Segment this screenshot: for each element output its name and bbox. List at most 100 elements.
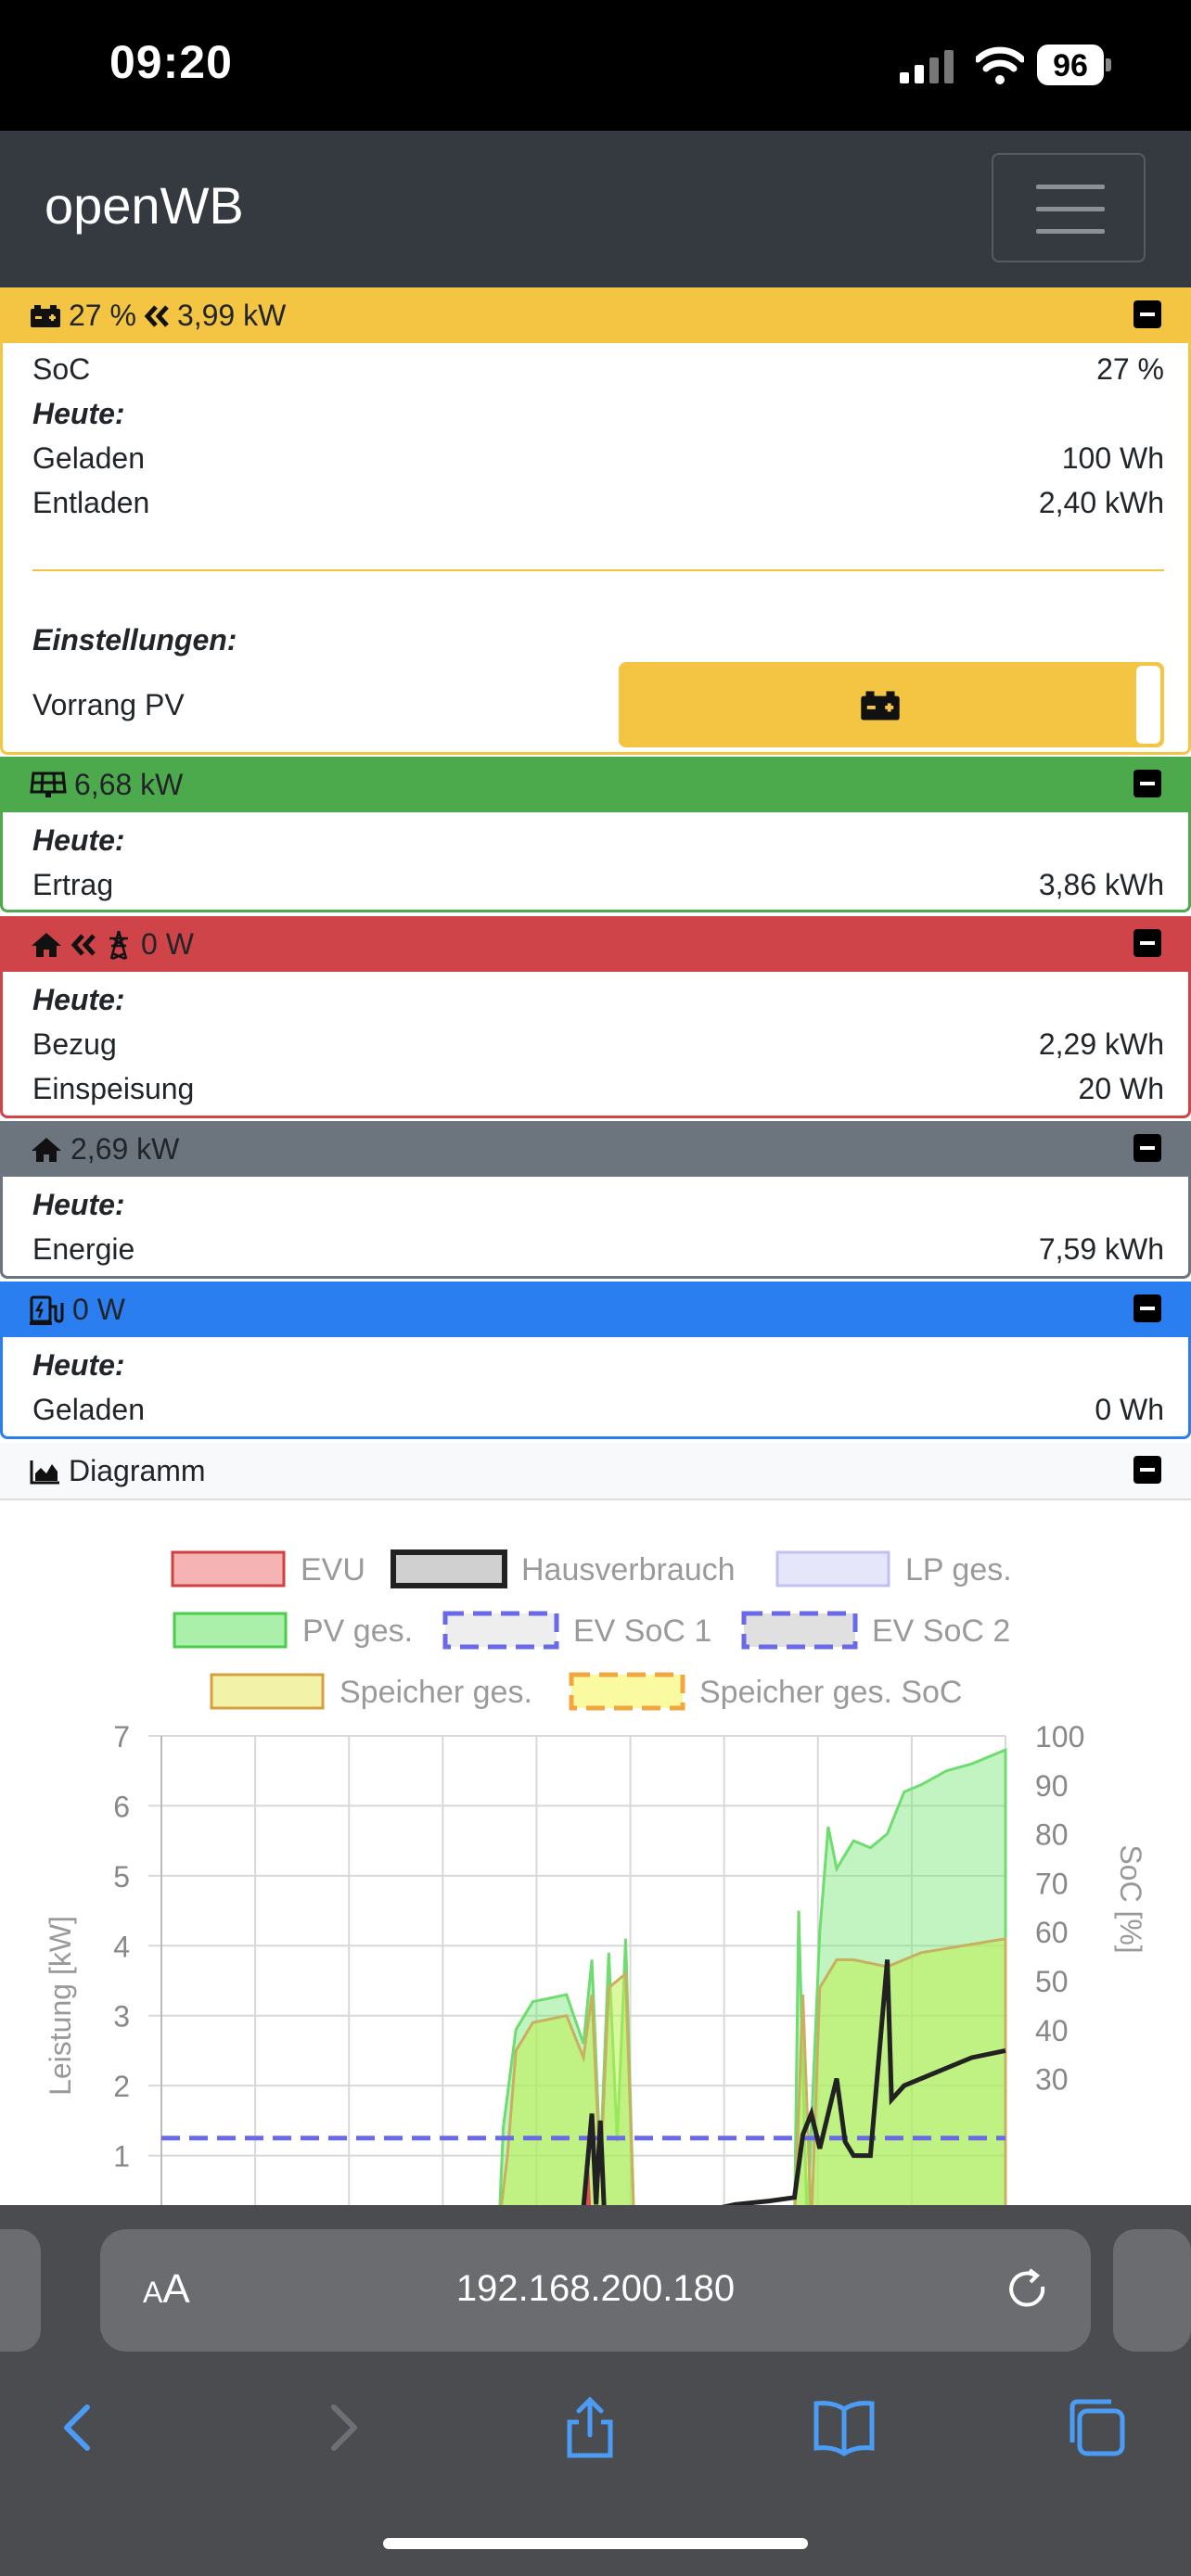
collapse-button[interactable] — [1133, 1456, 1161, 1484]
battery-card-header[interactable]: 27 % 3,99 kW — [0, 287, 1191, 343]
today-label: Heute: — [32, 1348, 125, 1382]
charged-value: 100 Wh — [1061, 441, 1164, 475]
url-text[interactable]: 192.168.200.180 — [100, 2268, 1091, 2310]
area-chart-icon — [30, 1460, 59, 1484]
grid-power-header: 0 W — [141, 927, 194, 961]
collapse-button[interactable] — [1133, 300, 1161, 328]
chargepoint-card-header[interactable]: 0 W — [0, 1282, 1191, 1337]
legend-swatch-speicher — [210, 1673, 325, 1710]
house-card-header[interactable]: 2,69 kW — [0, 1121, 1191, 1177]
y2-tick-label: 100 — [1035, 1720, 1084, 1753]
chart-svg: EVU Hausverbrauch LP ges. PV ges. EV SoC… — [44, 1549, 1147, 2205]
legend-label-lp: LP ges. — [905, 1552, 1012, 1588]
battery-soc-header: 27 % — [69, 299, 136, 332]
bookmarks-icon[interactable] — [807, 2391, 881, 2465]
y2-tick-label: 80 — [1035, 1818, 1069, 1852]
collapse-button[interactable] — [1133, 770, 1161, 797]
diagram-title: Diagramm — [69, 1454, 206, 1487]
pv-priority-label: Vorrang PV — [32, 688, 185, 721]
energy-label: Energie — [32, 1232, 135, 1266]
power-chart: EVU Hausverbrauch LP ges. PV ges. EV SoC… — [0, 1500, 1191, 2205]
energy-value: 7,59 kWh — [1038, 1232, 1164, 1266]
brand-title[interactable]: openWB — [45, 175, 244, 236]
y-tick-label: 5 — [113, 1860, 130, 1894]
legend-swatch-speicher-soc — [569, 1672, 685, 1711]
solar-panel-icon — [30, 772, 67, 797]
back-icon[interactable] — [43, 2391, 117, 2465]
toggle-knob[interactable] — [1136, 666, 1160, 744]
chargepoint-card: Heute: Geladen 0 Wh — [0, 1337, 1191, 1439]
legend-label-evsoc2: EV SoC 2 — [872, 1613, 1010, 1649]
home-icon — [32, 932, 61, 957]
y-tick-label: 3 — [113, 2000, 130, 2034]
charged-label: Geladen — [32, 441, 145, 475]
car-battery-icon — [31, 304, 60, 327]
y2-tick-label: 60 — [1035, 1916, 1069, 1949]
charged-label: Geladen — [32, 1393, 145, 1426]
battery-level: 96 — [1053, 48, 1088, 83]
legend-swatch-pv — [173, 1612, 288, 1649]
discharged-label: Entladen — [32, 486, 150, 519]
legend-label-evu: EVU — [301, 1552, 365, 1588]
house-card: Heute: Energie 7,59 kWh — [0, 1177, 1191, 1279]
menu-toggle-button[interactable] — [992, 153, 1146, 262]
soc-label: SoC — [32, 352, 91, 386]
legend-swatch-evsoc2 — [741, 1611, 858, 1650]
today-label: Heute: — [32, 823, 125, 857]
status-bar: 09:20 96 — [0, 0, 1191, 131]
y-axis-label-right: SoC [%] — [1114, 1844, 1147, 1953]
cellular-signal-icon — [900, 50, 954, 83]
y-tick-label: 1 — [113, 2140, 130, 2174]
browser-toolbar: AAAA 192.168.200.180 — [0, 2205, 1191, 2576]
address-bar[interactable]: AAAA 192.168.200.180 — [100, 2229, 1091, 2352]
tabs-icon[interactable] — [1059, 2391, 1133, 2465]
today-label: Heute: — [32, 983, 125, 1016]
y2-tick-label: 90 — [1035, 1769, 1069, 1803]
battery-icon: 96 — [1037, 45, 1111, 85]
forward-icon[interactable] — [304, 2391, 378, 2465]
legend-label-hausverbrauch: Hausverbrauch — [521, 1552, 736, 1588]
y2-tick-label: 30 — [1035, 2063, 1069, 2097]
today-label: Heute: — [32, 397, 125, 430]
collapse-button[interactable] — [1133, 929, 1161, 957]
diagram-card-header[interactable]: Diagramm — [0, 1443, 1191, 1500]
yield-label: Ertrag — [32, 868, 114, 901]
y2-tick-label: 40 — [1035, 2014, 1069, 2047]
soc-value: 27 % — [1096, 352, 1164, 386]
legend-label-speicher: Speicher ges. — [339, 1675, 532, 1710]
legend-label-pv: PV ges. — [302, 1613, 413, 1649]
legend-swatch-lp — [775, 1550, 890, 1588]
collapse-button[interactable] — [1133, 1134, 1161, 1162]
navbar: openWB — [0, 131, 1191, 287]
export-label: Einspeisung — [32, 1072, 195, 1105]
legend-label-evsoc1: EV SoC 1 — [573, 1613, 711, 1649]
settings-label: Einstellungen: — [32, 623, 237, 657]
grid-card: Heute: Bezug 2,29 kWh Einspeisung 20 Wh — [0, 972, 1191, 1118]
pv-card-header[interactable]: 6,68 kW — [0, 757, 1191, 812]
double-chevron-left-icon — [144, 304, 169, 327]
collapse-button[interactable] — [1133, 1294, 1161, 1322]
y-tick-label: 7 — [113, 1720, 130, 1753]
clock: 09:20 — [109, 36, 233, 88]
grid-card-header[interactable]: 0 W — [0, 916, 1191, 972]
y-tick-label: 4 — [113, 1930, 130, 1963]
battery-power-header: 3,99 kW — [176, 299, 287, 332]
chart-legend[interactable]: EVU Hausverbrauch LP ges. PV ges. EV SoC… — [171, 1549, 1012, 1711]
chargepoint-power-header: 0 W — [72, 1293, 125, 1326]
pv-power-header: 6,68 kW — [74, 768, 184, 801]
power-tower-icon — [109, 930, 128, 960]
legend-swatch-evu — [171, 1550, 286, 1588]
pv-priority-toggle[interactable] — [619, 662, 1164, 747]
y2-tick-label: 70 — [1035, 1867, 1069, 1900]
y-tick-label: 6 — [113, 1790, 130, 1823]
export-value: 20 Wh — [1078, 1072, 1164, 1105]
y-tick-label: 2 — [113, 2070, 130, 2103]
battery-card: SoC 27 % Heute: Geladen 100 Wh Entladen 2,4… — [0, 343, 1191, 755]
reload-icon[interactable] — [1002, 2264, 1054, 2316]
today-label: Heute: — [32, 1188, 125, 1221]
share-icon[interactable] — [553, 2391, 627, 2465]
previous-tab-peek[interactable] — [0, 2229, 41, 2352]
wifi-icon — [976, 46, 1024, 84]
legend-swatch-hausverbrauch — [391, 1549, 507, 1588]
next-tab-peek[interactable] — [1113, 2229, 1191, 2352]
